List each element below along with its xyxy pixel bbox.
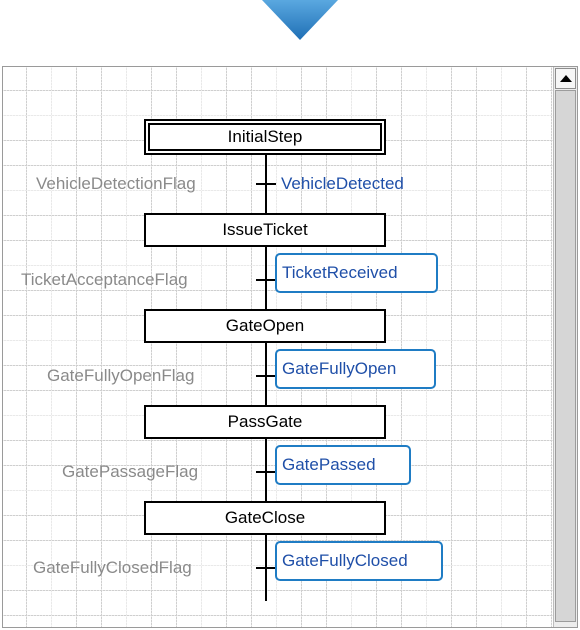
transition-name-label[interactable]: GateFullyOpen (275, 349, 436, 389)
step-gate-open[interactable]: GateOpen (144, 309, 386, 343)
transition-flag-label: VehicleDetectionFlag (36, 174, 196, 193)
transition-bar[interactable] (256, 471, 276, 473)
step-gate-close[interactable]: GateClose (144, 501, 386, 535)
step-pass-gate[interactable]: PassGate (144, 405, 386, 439)
scroll-thumb[interactable] (555, 90, 576, 622)
transition-flag-label: GateFullyClosedFlag (33, 558, 192, 577)
transition-name-label[interactable]: GateFullyClosed (275, 541, 443, 581)
transition-name-label[interactable]: GatePassed (275, 445, 411, 485)
transition-name-label[interactable]: VehicleDetected (281, 174, 404, 194)
transition-bar[interactable] (256, 567, 276, 569)
sfc-page: InitialStep IssueTicket GateOpen PassGat… (0, 0, 580, 630)
transition-bar[interactable] (256, 375, 276, 377)
step-initial[interactable]: InitialStep (146, 121, 384, 153)
transition-flag-label: TicketAcceptanceFlag (21, 270, 188, 289)
transition-flag-label: GateFullyOpenFlag (47, 366, 195, 385)
sfc-editor-window: InitialStep IssueTicket GateOpen PassGat… (2, 66, 578, 628)
transition-bar[interactable] (256, 279, 276, 281)
triangle-up-icon[interactable] (555, 68, 576, 89)
step-issue-ticket[interactable]: IssueTicket (144, 213, 386, 247)
vertical-scrollbar[interactable] (553, 67, 577, 627)
transition-bar[interactable] (256, 183, 276, 185)
sfc-canvas[interactable]: InitialStep IssueTicket GateOpen PassGat… (3, 67, 553, 627)
transition-flag-label: GatePassageFlag (62, 462, 199, 481)
transition-name-label[interactable]: TicketReceived (275, 253, 438, 293)
down-arrow-icon (262, 0, 338, 40)
